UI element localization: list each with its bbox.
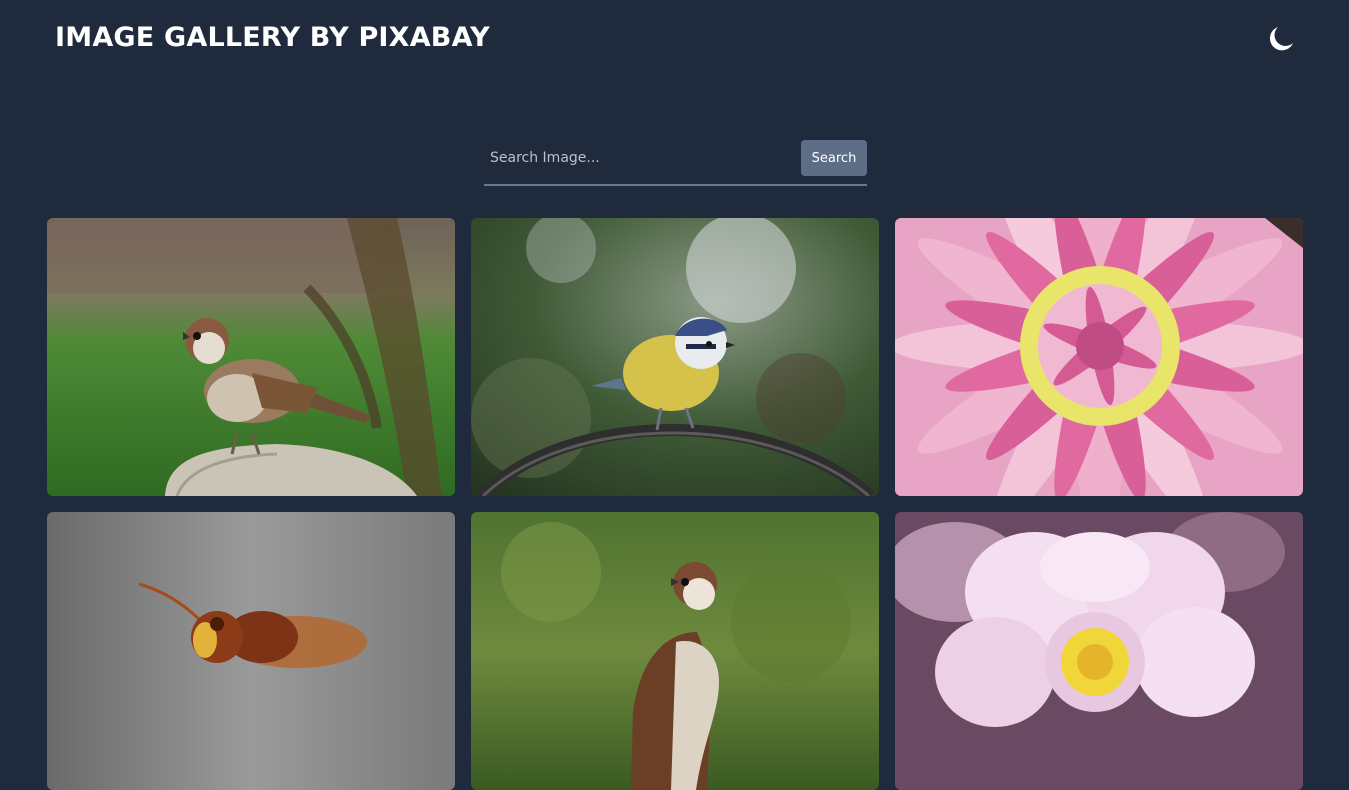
gallery-image-card[interactable] (47, 218, 455, 496)
blue-tit-image (471, 218, 879, 496)
moon-icon (1269, 27, 1293, 51)
search-input[interactable] (484, 140, 796, 176)
sparrow-image (47, 218, 455, 496)
page-title: IMAGE GALLERY BY PIXABAY (55, 22, 490, 53)
gallery-image-card[interactable] (471, 512, 879, 790)
dark-mode-toggle[interactable] (1264, 24, 1296, 54)
hornet-image (47, 512, 455, 790)
app-header: IMAGE GALLERY BY PIXABAY (0, 0, 1349, 80)
gallery-image-card[interactable] (895, 512, 1303, 790)
gallery-image-card[interactable] (471, 218, 879, 496)
gallery-image-card[interactable] (47, 512, 455, 790)
gallery-image-card[interactable] (895, 218, 1303, 496)
search-form: Search (484, 140, 867, 186)
search-button[interactable]: Search (801, 140, 867, 176)
anemone-image (895, 512, 1303, 790)
dahlia-image (895, 218, 1303, 496)
sparrow-image (471, 512, 879, 790)
